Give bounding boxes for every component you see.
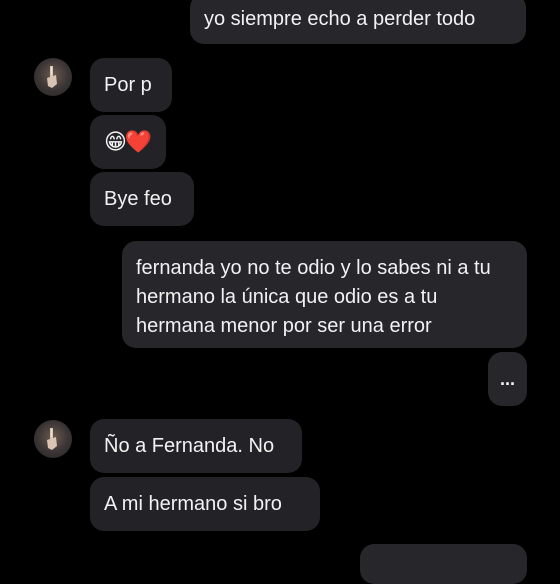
message-incoming[interactable]: Ño a Fernanda. No (90, 419, 302, 473)
message-incoming[interactable]: A mi hermano si bro (90, 477, 320, 531)
hand-gesture-icon (47, 66, 57, 88)
contact-avatar-icon[interactable] (34, 58, 72, 96)
message-text: Ño a Fernanda. No (104, 435, 275, 457)
message-text: ... (499, 369, 515, 389)
message-text: Bye feo (104, 188, 172, 210)
contact-avatar-icon[interactable] (34, 420, 72, 458)
message-outgoing-partial[interactable] (360, 544, 527, 584)
chat-thread: yo siempre echo a perder todo Por p 😁❤️ … (0, 0, 560, 584)
message-text: yo siempre echo a perder todo (204, 8, 476, 30)
hand-gesture-icon (47, 428, 57, 450)
message-text: fernanda yo no te odio y lo sabes ni a t… (136, 257, 491, 337)
message-text: Por p (104, 74, 152, 96)
message-outgoing[interactable]: fernanda yo no te odio y lo sabes ni a t… (122, 241, 527, 348)
message-incoming-emoji[interactable]: 😁❤️ (90, 115, 166, 169)
message-incoming[interactable]: Por p (90, 58, 172, 112)
message-outgoing[interactable]: ... (488, 352, 527, 406)
message-text: A mi hermano si bro (104, 493, 282, 515)
message-outgoing[interactable]: yo siempre echo a perder todo (190, 0, 526, 44)
message-incoming[interactable]: Bye feo (90, 172, 194, 226)
emoji-text: 😁❤️ (104, 129, 152, 154)
